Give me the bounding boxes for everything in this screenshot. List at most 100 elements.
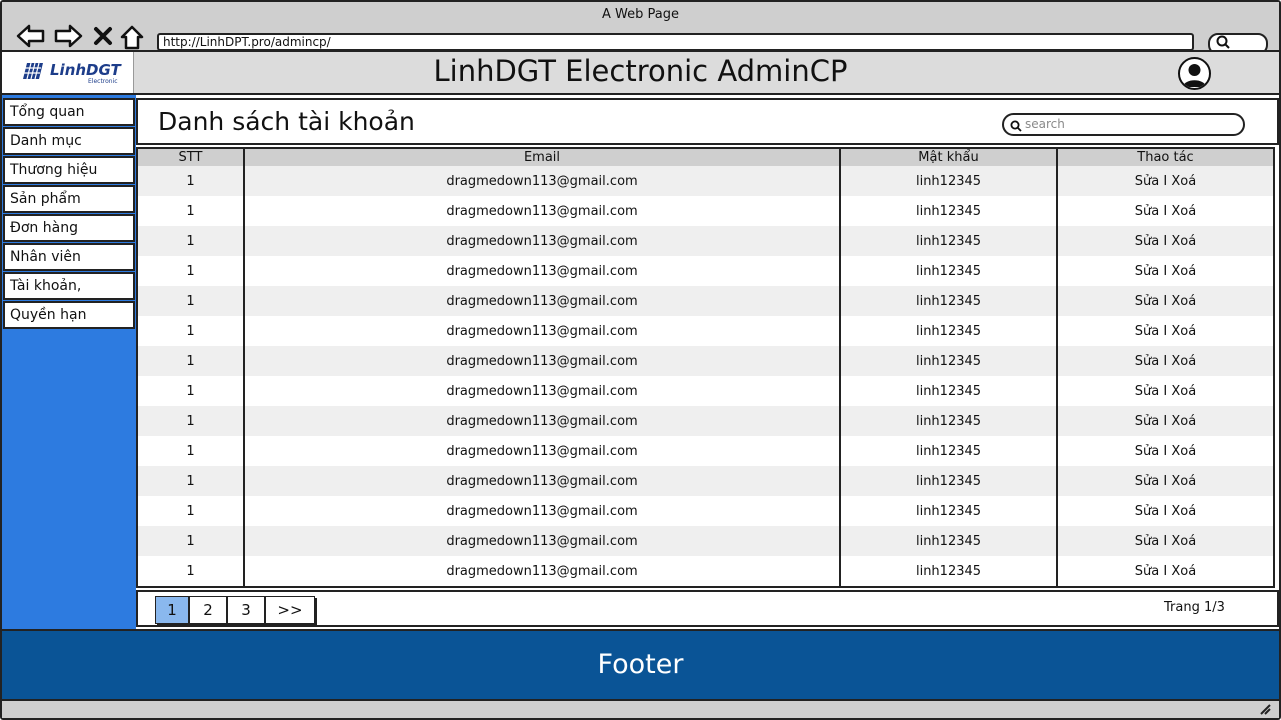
cell-password: linh12345 [840,346,1058,376]
search-icon [1010,120,1022,132]
sidebar-item-san-pham[interactable]: Sản phẩm [3,185,135,213]
table-row: 1 dragmedown113@gmail.com linh12345 Sửa I X… [138,436,1273,466]
pagination: 1 2 3 >> Trang 1/3 [136,590,1279,627]
table-row: 1 dragmedown113@gmail.com linh12345 Sửa I X… [138,466,1273,496]
cell-email: dragmedown113@gmail.com [244,466,841,496]
search-placeholder: search [1025,117,1065,131]
cell-stt: 1 [138,526,245,556]
forward-arrow-icon[interactable] [53,24,83,50]
back-arrow-icon[interactable] [16,24,46,50]
table-row: 1 dragmedown113@gmail.com linh12345 Sửa I X… [138,496,1273,526]
table-row: 1 dragmedown113@gmail.com linh12345 Sửa I X… [138,556,1273,586]
sidebar-item-thuong-hieu[interactable]: Thương hiệu [3,156,135,184]
close-icon[interactable] [93,24,113,50]
cell-password: linh12345 [840,166,1058,196]
table-row: 1 dragmedown113@gmail.com linh12345 Sửa I X… [138,196,1273,226]
cell-password: linh12345 [840,436,1058,466]
table-row: 1 dragmedown113@gmail.com linh12345 Sửa I X… [138,286,1273,316]
cell-password: linh12345 [840,466,1058,496]
cell-stt: 1 [138,196,245,226]
cell-stt: 1 [138,286,245,316]
cell-actions[interactable]: Sửa I Xoá [1057,466,1273,496]
table-row: 1 dragmedown113@gmail.com linh12345 Sửa I X… [138,316,1273,346]
url-bar[interactable]: http://LinhDPT.pro/admincp/ [157,33,1194,51]
sidebar-item-tai-khoan[interactable]: Tài khoản, [3,272,135,300]
cell-stt: 1 [138,406,245,436]
table-row: 1 dragmedown113@gmail.com linh12345 Sửa I X… [138,376,1273,406]
cell-password: linh12345 [840,526,1058,556]
sidebar-item-don-hang[interactable]: Đơn hàng [3,214,135,242]
cell-actions[interactable]: Sửa I Xoá [1057,556,1273,586]
cell-password: linh12345 [840,376,1058,406]
cell-stt: 1 [138,466,245,496]
column-header-stt[interactable]: STT [138,149,245,166]
home-icon[interactable] [119,24,145,50]
cell-stt: 1 [138,346,245,376]
cell-password: linh12345 [840,196,1058,226]
app-title: LinhDGT Electronic AdminCP [433,54,848,88]
cell-email: dragmedown113@gmail.com [244,286,841,316]
column-header-password[interactable]: Mật khẩu [840,149,1058,166]
cell-actions[interactable]: Sửa I Xoá [1057,166,1273,196]
cell-email: dragmedown113@gmail.com [244,556,841,586]
sidebar-item-nhan-vien[interactable]: Nhân viên [3,243,135,271]
cell-stt: 1 [138,496,245,526]
cell-password: linh12345 [840,406,1058,436]
cell-email: dragmedown113@gmail.com [244,226,841,256]
cell-password: linh12345 [840,496,1058,526]
sidebar-item-quyen-han[interactable]: Quyền hạn [3,301,135,329]
cell-stt: 1 [138,256,245,286]
cell-actions[interactable]: Sửa I Xoá [1057,286,1273,316]
sidebar-item-tong-quan[interactable]: Tổng quan [3,98,135,126]
browser-titlebar: A Web Page http://LinhDPT.pro/admincp/ [2,2,1279,55]
main-content: Danh sách tài khoản search STT Email Mật… [136,95,1279,629]
cell-actions[interactable]: Sửa I Xoá [1057,496,1273,526]
table-row: 1 dragmedown113@gmail.com linh12345 Sửa I X… [138,406,1273,436]
page-button-1[interactable]: 1 [155,596,189,624]
sidebar: Tổng quan Danh mục Thương hiệu Sản phẩm … [2,95,136,629]
table-row: 1 dragmedown113@gmail.com linh12345 Sửa I X… [138,256,1273,286]
app-header: LinhDGT Electronic LinhDGT Electronic Ad… [2,50,1279,95]
browser-statusbar [2,701,1279,718]
cell-actions[interactable]: Sửa I Xoá [1057,436,1273,466]
table-row: 1 dragmedown113@gmail.com linh12345 Sửa I X… [138,346,1273,376]
user-avatar-icon[interactable] [1178,57,1211,90]
cell-actions[interactable]: Sửa I Xoá [1057,526,1273,556]
cell-email: dragmedown113@gmail.com [244,166,841,196]
cell-email: dragmedown113@gmail.com [244,526,841,556]
cell-actions[interactable]: Sửa I Xoá [1057,226,1273,256]
footer: Footer [2,629,1279,701]
column-header-actions[interactable]: Thao tác [1057,149,1273,166]
search-input[interactable]: search [1002,113,1245,136]
sidebar-item-danh-muc[interactable]: Danh mục [3,127,135,155]
cell-email: dragmedown113@gmail.com [244,256,841,286]
cell-email: dragmedown113@gmail.com [244,376,841,406]
cell-email: dragmedown113@gmail.com [244,406,841,436]
cell-email: dragmedown113@gmail.com [244,436,841,466]
page-button-3[interactable]: 3 [227,596,265,624]
resize-grip-icon[interactable] [1259,703,1271,718]
cell-actions[interactable]: Sửa I Xoá [1057,256,1273,286]
table-header-row: STT Email Mật khẩu Thao tác [138,149,1273,166]
cell-actions[interactable]: Sửa I Xoá [1057,196,1273,226]
cell-password: linh12345 [840,316,1058,346]
cell-actions[interactable]: Sửa I Xoá [1057,316,1273,346]
cell-stt: 1 [138,376,245,406]
column-header-email[interactable]: Email [244,149,841,166]
cell-stt: 1 [138,166,245,196]
page-header: Danh sách tài khoản search [136,98,1279,145]
table-row: 1 dragmedown113@gmail.com linh12345 Sửa I X… [138,526,1273,556]
cell-password: linh12345 [840,556,1058,586]
cell-email: dragmedown113@gmail.com [244,316,841,346]
next-page-button[interactable]: >> [265,596,315,624]
cell-stt: 1 [138,436,245,466]
accounts-table: STT Email Mật khẩu Thao tác 1 dragmedown1… [136,147,1275,588]
cell-password: linh12345 [840,226,1058,256]
cell-actions[interactable]: Sửa I Xoá [1057,406,1273,436]
cell-actions[interactable]: Sửa I Xoá [1057,346,1273,376]
page-button-2[interactable]: 2 [189,596,227,624]
cell-email: dragmedown113@gmail.com [244,346,841,376]
page-info: Trang 1/3 [1164,600,1225,615]
cell-email: dragmedown113@gmail.com [244,196,841,226]
cell-actions[interactable]: Sửa I Xoá [1057,376,1273,406]
